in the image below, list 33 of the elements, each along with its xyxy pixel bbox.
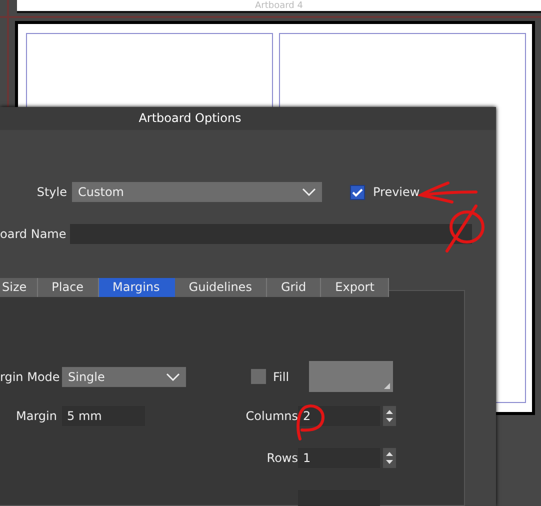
tab[interactable]: Size xyxy=(0,278,38,297)
tab[interactable]: Export xyxy=(321,278,390,297)
artboard-title: Artboard 4 xyxy=(255,1,303,12)
input-field[interactable] xyxy=(298,490,380,506)
dropdown[interactable]: Custom xyxy=(72,182,322,202)
input-field[interactable]: 1 xyxy=(298,448,380,468)
chevron-icon xyxy=(302,188,316,196)
spinner-icon[interactable] xyxy=(383,448,396,468)
field-label: Rows xyxy=(266,450,298,467)
tab[interactable]: Margins xyxy=(98,278,175,297)
tab[interactable]: Guidelines xyxy=(174,278,267,297)
field-label: rgin Mode xyxy=(0,368,61,386)
chevron-icon xyxy=(166,372,180,380)
input-field[interactable]: 5 mm xyxy=(62,406,145,426)
checkbox[interactable] xyxy=(350,184,365,200)
checkbox[interactable] xyxy=(251,369,266,384)
color-swatch[interactable] xyxy=(309,361,393,392)
field-label: Style xyxy=(36,184,68,201)
tab[interactable]: Place xyxy=(38,278,99,297)
spinner-icon[interactable] xyxy=(383,406,396,426)
tab[interactable]: Grid xyxy=(266,278,322,297)
input-field[interactable] xyxy=(70,224,472,244)
checkbox-label: Preview xyxy=(373,184,420,201)
input-field[interactable]: 2 xyxy=(298,406,380,426)
checkbox-label: Fill xyxy=(273,368,290,386)
field-label: oard Name xyxy=(0,226,68,243)
check-icon xyxy=(352,188,363,196)
resize-grip-icon xyxy=(384,383,390,389)
dropdown[interactable]: Single xyxy=(62,366,186,386)
field-label: Margin xyxy=(15,408,58,425)
window-title: Artboard Options xyxy=(138,111,242,125)
annotation-arrow xyxy=(418,181,480,205)
field-label: Columns xyxy=(244,408,298,425)
